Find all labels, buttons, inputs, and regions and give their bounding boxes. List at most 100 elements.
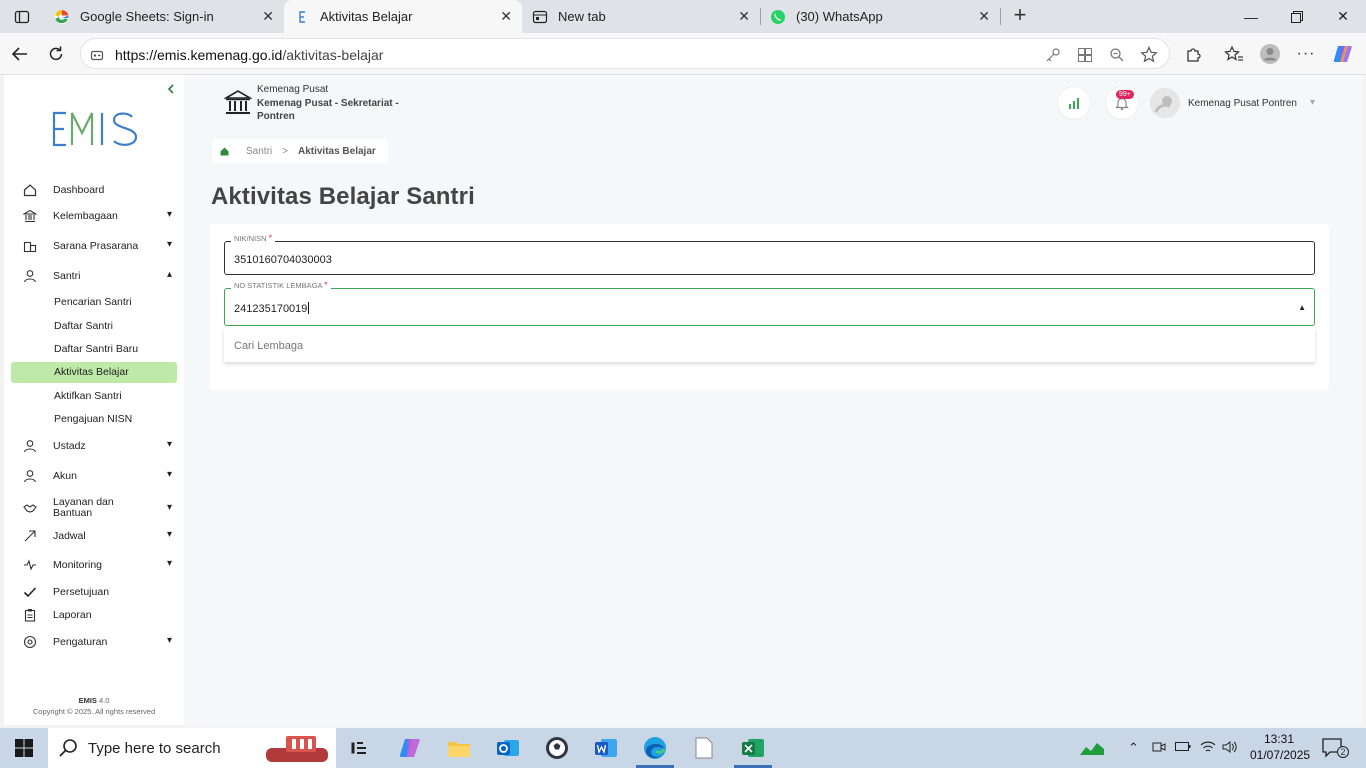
home-icon xyxy=(220,147,228,155)
sidebar-item-persetujuan[interactable]: Persetujuan xyxy=(12,581,178,603)
address-bar[interactable]: https://emis.kemenag.go.id/aktivitas-bel… xyxy=(80,38,1170,69)
edge-icon xyxy=(644,737,666,759)
tab-google-sheets[interactable]: Google Sheets: Sign-in ✕ xyxy=(44,0,284,33)
avatar[interactable] xyxy=(1150,88,1180,118)
sidebar-item-monitoring[interactable]: Monitoring ▾ xyxy=(12,554,178,576)
start-button[interactable] xyxy=(0,728,48,768)
monitor-icon xyxy=(22,557,38,573)
settings-menu-button[interactable]: ··· xyxy=(1292,41,1320,67)
copilot-button[interactable] xyxy=(1329,41,1357,67)
task-view-icon xyxy=(351,742,366,754)
outlook-button[interactable] xyxy=(484,728,532,768)
meet-now-icon[interactable] xyxy=(1152,740,1166,757)
no-statistik-lembaga-field[interactable]: NO STATISTIK LEMBAGA * 241235170019 ▲ xyxy=(224,280,1315,326)
sidebar-subitem-aktifkan-santri[interactable]: Aktifkan Santri xyxy=(11,386,177,407)
sidebar-item-jadwal[interactable]: Jadwal ▾ xyxy=(12,525,178,547)
close-tab-icon[interactable]: ✕ xyxy=(978,9,990,23)
nik-nisn-label-text: NIK/NISN xyxy=(234,234,267,243)
notification-badge: 99+ xyxy=(1116,90,1134,99)
sidebar-item-label: Layanan dan Bantuan xyxy=(53,496,114,519)
tab-actions-icon xyxy=(14,10,30,23)
main-content: Kemenag Pusat Kemenag Pusat - Sekretaria… xyxy=(184,75,1362,725)
sidebar-item-ustadz[interactable]: Ustadz ▾ xyxy=(12,435,178,457)
site-info-icon[interactable] xyxy=(87,45,107,65)
windows-logo-icon xyxy=(15,739,33,757)
taskbar-search-box[interactable]: Type here to search xyxy=(48,728,336,768)
sidebar-subitem-pengajuan-nisn[interactable]: Pengajuan NISN xyxy=(11,409,177,430)
show-hidden-icons-button[interactable]: ⌃ xyxy=(1128,740,1139,756)
word-icon xyxy=(595,739,617,757)
stock-widget-button[interactable] xyxy=(1068,728,1116,768)
sidebar-subitem-pencarian-santri[interactable]: Pencarian Santri xyxy=(11,292,177,313)
dropdown-option-cari-lembaga[interactable]: Cari Lembaga xyxy=(234,340,303,352)
restore-button[interactable] xyxy=(1274,0,1320,33)
refresh-button[interactable] xyxy=(42,41,70,67)
zoom-icon[interactable] xyxy=(1107,45,1127,65)
tab-aktivitas-belajar[interactable]: Aktivitas Belajar ✕ xyxy=(284,0,522,33)
sidebar-item-pengaturan[interactable]: Pengaturan ▾ xyxy=(12,631,178,653)
no-statistik-lembaga-label-text: NO STATISTIK LEMBAGA xyxy=(234,281,323,290)
user-avatar-icon xyxy=(1150,88,1180,118)
collapse-sidebar-button[interactable] xyxy=(166,83,180,97)
url-path: /aktivitas-belajar xyxy=(282,47,384,63)
taskbar-copilot-button[interactable] xyxy=(386,728,434,768)
favorite-star-icon[interactable] xyxy=(1139,45,1159,65)
tab-whatsapp[interactable]: (30) WhatsApp ✕ xyxy=(760,0,1000,33)
back-button[interactable] xyxy=(6,41,34,67)
nik-nisn-field[interactable]: NIK/NISN * 3510160704030003 xyxy=(224,233,1315,275)
close-tab-icon[interactable]: ✕ xyxy=(262,9,274,23)
sidebar-item-dashboard[interactable]: Dashboard xyxy=(12,179,178,201)
home-icon xyxy=(22,182,38,198)
extensions-button[interactable] xyxy=(1180,41,1208,67)
sidebar-item-kelembagaan[interactable]: Kelembagaan ▾ xyxy=(12,205,178,227)
profile-button[interactable] xyxy=(1256,41,1284,67)
sidebar-subitem-daftar-santri[interactable]: Daftar Santri xyxy=(11,316,177,337)
page-title: Aktivitas Belajar Santri xyxy=(211,183,475,210)
sidebar-item-layanan-dan-bantuan[interactable]: Layanan dan Bantuan ▾ xyxy=(12,495,178,521)
lembaga-dropdown: Cari Lembaga xyxy=(224,328,1315,362)
sidebar-item-santri[interactable]: Santri ▴ xyxy=(12,265,178,287)
user-name[interactable]: Kemenag Pusat Pontren xyxy=(1188,98,1297,109)
network-icon[interactable] xyxy=(1200,740,1216,757)
check-icon xyxy=(22,584,38,600)
breadcrumb-home-button[interactable] xyxy=(212,139,236,163)
excel-button[interactable] xyxy=(729,728,777,768)
favorites-button[interactable] xyxy=(1220,41,1248,67)
sidebar-item-label: Akun xyxy=(53,470,77,482)
chevron-down-icon[interactable]: ▾ xyxy=(1310,97,1315,108)
sidebar-item-sarana-prasarana[interactable]: Sarana Prasarana ▾ xyxy=(12,235,178,257)
key-icon[interactable] xyxy=(1043,45,1063,65)
sidebar-item-label: Laporan xyxy=(53,609,92,621)
tab-divider xyxy=(1000,8,1001,25)
stock-chart-icon xyxy=(1080,743,1104,755)
sidebar-item-laporan[interactable]: Laporan xyxy=(12,604,178,626)
minimize-button[interactable]: — xyxy=(1228,0,1274,33)
sidebar-item-label: Kelembagaan xyxy=(53,210,118,222)
system-clock[interactable]: 13:31 01/07/2025 xyxy=(1250,731,1310,763)
sidebar-subitem-aktivitas-belajar[interactable]: Aktivitas Belajar xyxy=(11,362,177,383)
notepad-button[interactable] xyxy=(680,728,728,768)
footer-app-name: EMIS xyxy=(78,696,97,705)
close-tab-icon[interactable]: ✕ xyxy=(738,9,750,23)
file-explorer-button[interactable] xyxy=(435,728,483,768)
volume-icon[interactable] xyxy=(1222,740,1238,757)
breadcrumb-santri[interactable]: Santri xyxy=(246,146,272,157)
game-app-button[interactable] xyxy=(533,728,581,768)
dropdown-arrow-up-icon[interactable]: ▲ xyxy=(1298,303,1306,312)
battery-icon[interactable] xyxy=(1175,740,1191,755)
no-statistik-lembaga-label: NO STATISTIK LEMBAGA * xyxy=(231,280,331,290)
close-window-button[interactable]: ✕ xyxy=(1320,0,1366,33)
tab-actions-button[interactable] xyxy=(0,0,44,33)
sidebar-item-akun[interactable]: Akun ▾ xyxy=(12,465,178,487)
whatsapp-icon xyxy=(770,9,786,25)
new-tab-button[interactable]: + xyxy=(1008,4,1032,28)
sidebar-subitem-daftar-santri-baru[interactable]: Daftar Santri Baru xyxy=(11,339,177,360)
close-tab-icon[interactable]: ✕ xyxy=(500,9,512,23)
word-button[interactable] xyxy=(582,728,630,768)
statistics-button[interactable] xyxy=(1058,87,1090,119)
apps-icon[interactable] xyxy=(1075,45,1095,65)
task-view-button[interactable] xyxy=(336,728,384,768)
tab-new-tab[interactable]: New tab ✕ xyxy=(522,0,760,33)
edge-button[interactable] xyxy=(631,728,679,768)
notification-center-button[interactable]: 2 xyxy=(1322,738,1349,758)
